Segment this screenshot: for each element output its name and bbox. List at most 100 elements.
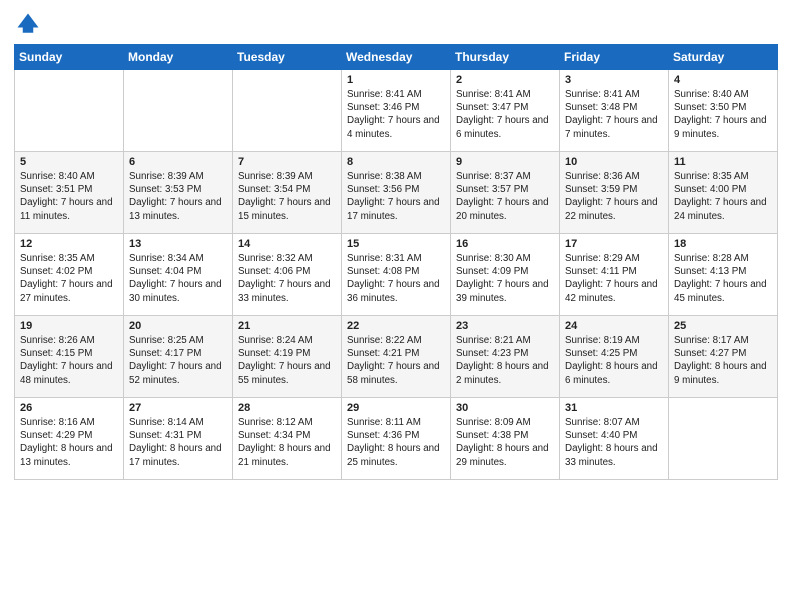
calendar-cell: 14 Sunrise: 8:32 AM Sunset: 4:06 PM Dayli… [233, 234, 342, 316]
day-number: 23 [456, 320, 554, 332]
day-info: Sunrise: 8:26 AM Sunset: 4:15 PM Dayligh… [20, 334, 118, 387]
day-number: 12 [20, 238, 118, 250]
calendar-cell: 13 Sunrise: 8:34 AM Sunset: 4:04 PM Dayli… [124, 234, 233, 316]
calendar-cell: 7 Sunrise: 8:39 AM Sunset: 3:54 PM Daylig… [233, 152, 342, 234]
logo-icon [14, 10, 42, 38]
day-info: Sunrise: 8:34 AM Sunset: 4:04 PM Dayligh… [129, 252, 227, 305]
weekday-header-saturday: Saturday [669, 45, 778, 70]
calendar-cell: 12Sunrise: 8:35 AM Sunset: 4:02 PM Dayli… [15, 234, 124, 316]
day-number: 8 [347, 156, 445, 168]
calendar-cell: 21 Sunrise: 8:24 AM Sunset: 4:19 PM Dayli… [233, 316, 342, 398]
calendar-cell [669, 398, 778, 480]
calendar-cell: 31 Sunrise: 8:07 AM Sunset: 4:40 PM Dayli… [560, 398, 669, 480]
weekday-header-sunday: Sunday [15, 45, 124, 70]
day-number: 18 [674, 238, 772, 250]
day-number: 1 [347, 74, 445, 86]
day-info: Sunrise: 8:36 AM Sunset: 3:59 PM Dayligh… [565, 170, 663, 223]
calendar-cell: 30Sunrise: 8:09 AM Sunset: 4:38 PM Dayli… [451, 398, 560, 480]
day-number: 13 [129, 238, 227, 250]
day-number: 30 [456, 402, 554, 414]
calendar-cell: 16 Sunrise: 8:30 AM Sunset: 4:09 PM Dayli… [451, 234, 560, 316]
day-number: 31 [565, 402, 663, 414]
week-row-1: 1 Sunrise: 8:41 AM Sunset: 3:46 PM Daylig… [15, 70, 778, 152]
day-info: Sunrise: 8:39 AM Sunset: 3:54 PM Dayligh… [238, 170, 336, 223]
weekday-header-row: SundayMondayTuesdayWednesdayThursdayFrid… [15, 45, 778, 70]
day-info: Sunrise: 8:37 AM Sunset: 3:57 PM Dayligh… [456, 170, 554, 223]
day-number: 24 [565, 320, 663, 332]
calendar-cell: 29 Sunrise: 8:11 AM Sunset: 4:36 PM Dayli… [342, 398, 451, 480]
logo [14, 10, 46, 38]
day-number: 2 [456, 74, 554, 86]
day-number: 21 [238, 320, 336, 332]
day-number: 29 [347, 402, 445, 414]
day-info: Sunrise: 8:22 AM Sunset: 4:21 PM Dayligh… [347, 334, 445, 387]
day-info: Sunrise: 8:12 AM Sunset: 4:34 PM Dayligh… [238, 416, 336, 469]
day-number: 17 [565, 238, 663, 250]
day-number: 9 [456, 156, 554, 168]
calendar-cell: 5 Sunrise: 8:40 AM Sunset: 3:51 PM Daylig… [15, 152, 124, 234]
calendar-cell: 1 Sunrise: 8:41 AM Sunset: 3:46 PM Daylig… [342, 70, 451, 152]
day-number: 10 [565, 156, 663, 168]
calendar-cell: 25Sunrise: 8:17 AM Sunset: 4:27 PM Dayli… [669, 316, 778, 398]
calendar-cell [15, 70, 124, 152]
calendar-cell: 22Sunrise: 8:22 AM Sunset: 4:21 PM Dayli… [342, 316, 451, 398]
day-info: Sunrise: 8:39 AM Sunset: 3:53 PM Dayligh… [129, 170, 227, 223]
calendar-cell: 4 Sunrise: 8:40 AM Sunset: 3:50 PM Daylig… [669, 70, 778, 152]
week-row-3: 12Sunrise: 8:35 AM Sunset: 4:02 PM Dayli… [15, 234, 778, 316]
day-info: Sunrise: 8:16 AM Sunset: 4:29 PM Dayligh… [20, 416, 118, 469]
calendar-cell: 24Sunrise: 8:19 AM Sunset: 4:25 PM Dayli… [560, 316, 669, 398]
calendar-cell: 19 Sunrise: 8:26 AM Sunset: 4:15 PM Dayli… [15, 316, 124, 398]
calendar-cell: 11Sunrise: 8:35 AM Sunset: 4:00 PM Dayli… [669, 152, 778, 234]
day-number: 14 [238, 238, 336, 250]
day-number: 15 [347, 238, 445, 250]
day-number: 19 [20, 320, 118, 332]
day-info: Sunrise: 8:29 AM Sunset: 4:11 PM Dayligh… [565, 252, 663, 305]
calendar-cell: 28 Sunrise: 8:12 AM Sunset: 4:34 PM Dayli… [233, 398, 342, 480]
day-info: Sunrise: 8:30 AM Sunset: 4:09 PM Dayligh… [456, 252, 554, 305]
day-info: Sunrise: 8:21 AM Sunset: 4:23 PM Dayligh… [456, 334, 554, 387]
day-info: Sunrise: 8:07 AM Sunset: 4:40 PM Dayligh… [565, 416, 663, 469]
day-info: Sunrise: 8:41 AM Sunset: 3:47 PM Dayligh… [456, 88, 554, 141]
calendar-cell: 15 Sunrise: 8:31 AM Sunset: 4:08 PM Dayli… [342, 234, 451, 316]
calendar-cell: 27 Sunrise: 8:14 AM Sunset: 4:31 PM Dayli… [124, 398, 233, 480]
day-number: 27 [129, 402, 227, 414]
weekday-header-tuesday: Tuesday [233, 45, 342, 70]
calendar-cell: 3Sunrise: 8:41 AM Sunset: 3:48 PM Daylig… [560, 70, 669, 152]
day-number: 28 [238, 402, 336, 414]
day-info: Sunrise: 8:24 AM Sunset: 4:19 PM Dayligh… [238, 334, 336, 387]
day-number: 7 [238, 156, 336, 168]
day-info: Sunrise: 8:17 AM Sunset: 4:27 PM Dayligh… [674, 334, 772, 387]
weekday-header-friday: Friday [560, 45, 669, 70]
day-number: 4 [674, 74, 772, 86]
calendar-table: SundayMondayTuesdayWednesdayThursdayFrid… [14, 44, 778, 480]
calendar-cell: 2 Sunrise: 8:41 AM Sunset: 3:47 PM Daylig… [451, 70, 560, 152]
week-row-5: 26Sunrise: 8:16 AM Sunset: 4:29 PM Dayli… [15, 398, 778, 480]
day-info: Sunrise: 8:40 AM Sunset: 3:51 PM Dayligh… [20, 170, 118, 223]
calendar-cell: 8 Sunrise: 8:38 AM Sunset: 3:56 PM Daylig… [342, 152, 451, 234]
day-info: Sunrise: 8:14 AM Sunset: 4:31 PM Dayligh… [129, 416, 227, 469]
day-info: Sunrise: 8:31 AM Sunset: 4:08 PM Dayligh… [347, 252, 445, 305]
day-info: Sunrise: 8:25 AM Sunset: 4:17 PM Dayligh… [129, 334, 227, 387]
calendar-cell: 20 Sunrise: 8:25 AM Sunset: 4:17 PM Dayli… [124, 316, 233, 398]
page-container: SundayMondayTuesdayWednesdayThursdayFrid… [0, 0, 792, 488]
calendar-cell: 10 Sunrise: 8:36 AM Sunset: 3:59 PM Dayli… [560, 152, 669, 234]
calendar-cell: 26Sunrise: 8:16 AM Sunset: 4:29 PM Dayli… [15, 398, 124, 480]
week-row-4: 19 Sunrise: 8:26 AM Sunset: 4:15 PM Dayli… [15, 316, 778, 398]
day-info: Sunrise: 8:11 AM Sunset: 4:36 PM Dayligh… [347, 416, 445, 469]
day-info: Sunrise: 8:41 AM Sunset: 3:48 PM Dayligh… [565, 88, 663, 141]
calendar-cell: 23 Sunrise: 8:21 AM Sunset: 4:23 PM Dayli… [451, 316, 560, 398]
weekday-header-wednesday: Wednesday [342, 45, 451, 70]
weekday-header-monday: Monday [124, 45, 233, 70]
day-info: Sunrise: 8:38 AM Sunset: 3:56 PM Dayligh… [347, 170, 445, 223]
week-row-2: 5 Sunrise: 8:40 AM Sunset: 3:51 PM Daylig… [15, 152, 778, 234]
day-number: 5 [20, 156, 118, 168]
header [14, 10, 778, 38]
day-info: Sunrise: 8:41 AM Sunset: 3:46 PM Dayligh… [347, 88, 445, 141]
day-info: Sunrise: 8:32 AM Sunset: 4:06 PM Dayligh… [238, 252, 336, 305]
day-number: 20 [129, 320, 227, 332]
calendar-cell [124, 70, 233, 152]
day-info: Sunrise: 8:40 AM Sunset: 3:50 PM Dayligh… [674, 88, 772, 141]
calendar-cell: 6Sunrise: 8:39 AM Sunset: 3:53 PM Daylig… [124, 152, 233, 234]
day-number: 16 [456, 238, 554, 250]
day-info: Sunrise: 8:35 AM Sunset: 4:00 PM Dayligh… [674, 170, 772, 223]
